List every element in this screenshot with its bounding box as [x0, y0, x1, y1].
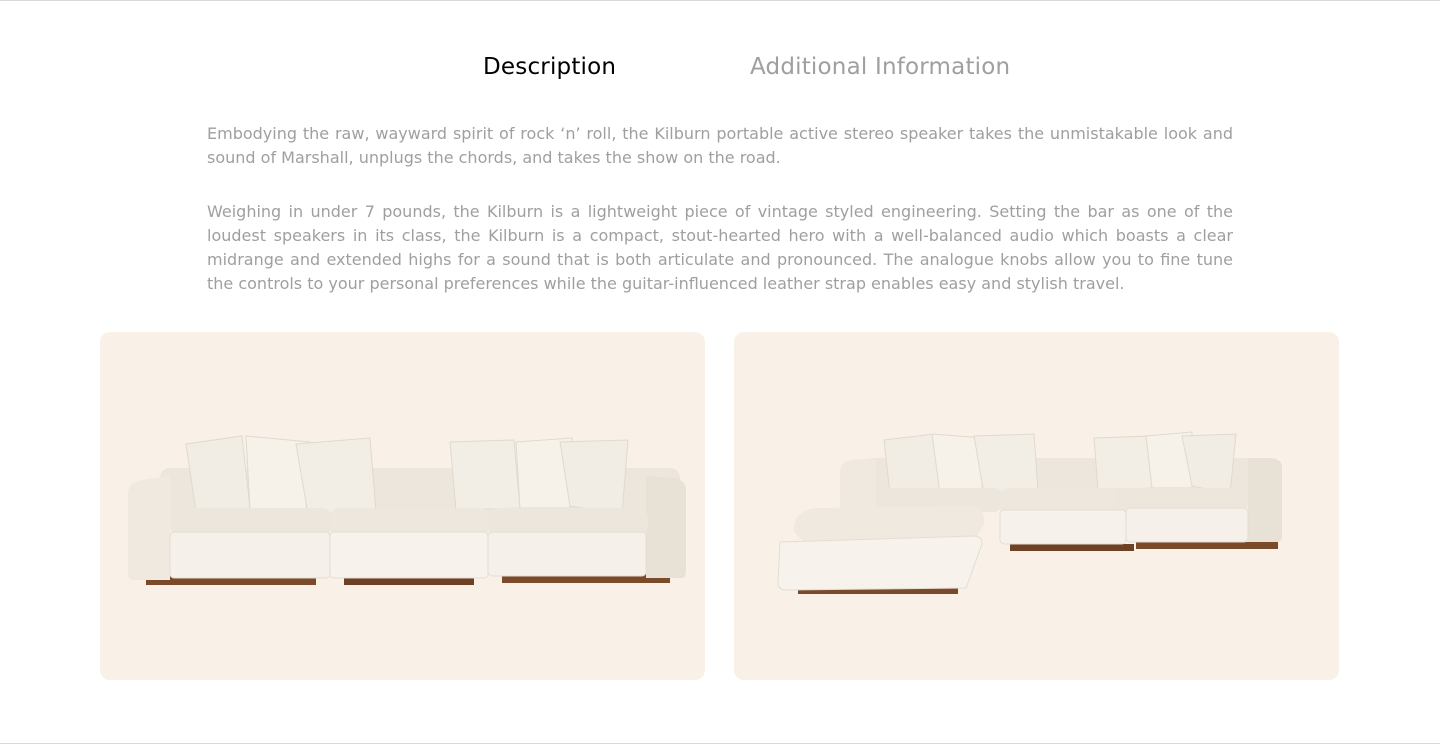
product-image-card-2 [734, 332, 1339, 680]
sofa-image-2 [777, 431, 1282, 594]
bottom-divider [0, 743, 1440, 744]
tab-description[interactable]: Description [483, 52, 616, 82]
sofa-image-1 [128, 435, 686, 585]
top-divider [0, 0, 1440, 1]
description-paragraph-2: Weighing in under 7 pounds, the Kilburn … [207, 202, 1233, 293]
description-paragraph-1: Embodying the raw, wayward spirit of roc… [207, 124, 1233, 167]
product-image-card-1 [100, 332, 705, 680]
tab-additional-information[interactable]: Additional Information [750, 52, 1010, 82]
